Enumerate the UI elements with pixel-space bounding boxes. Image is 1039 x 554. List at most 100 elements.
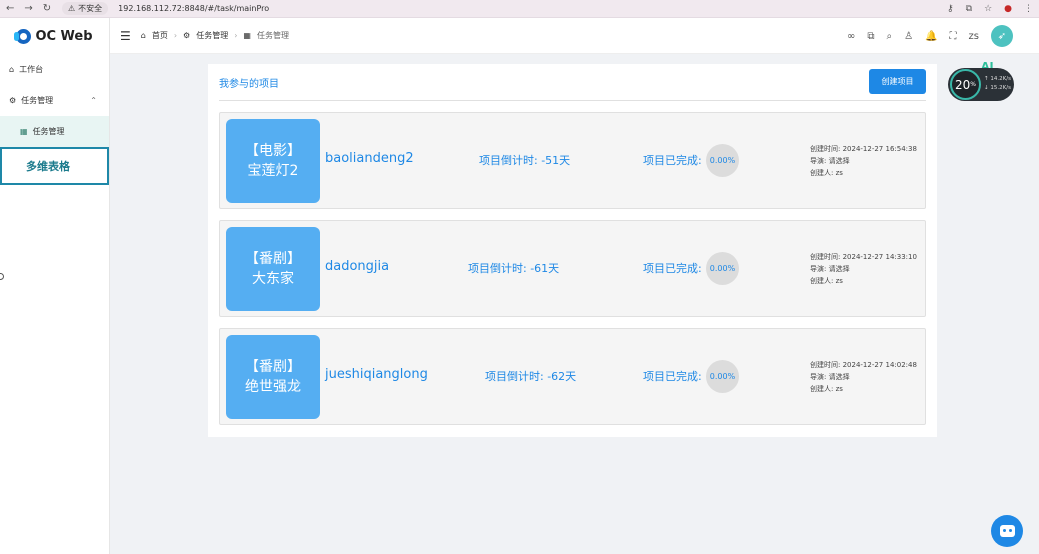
gear-icon: ⚙ xyxy=(183,31,191,40)
gear-icon: ⚙ xyxy=(9,96,17,105)
breadcrumb-task-management[interactable]: 任务管理 xyxy=(196,30,228,41)
fullscreen-icon[interactable]: ⛶ xyxy=(950,31,957,42)
project-countdown: 项目倒计时: -51天 xyxy=(479,154,571,167)
app-logo[interactable]: OC Web xyxy=(0,18,109,54)
logo-icon xyxy=(14,28,32,44)
project-name[interactable]: dadongjia xyxy=(325,259,389,274)
header-actions: ∞ ⧉ ⌕ ♙ 🔔 ⛶ zs ➶ xyxy=(847,18,1013,54)
top-header: ☰ ⌂ 首页 › ⚙ 任务管理 › ▦ 任务管理 ∞ ⧉ ⌕ ♙ 🔔 ⛶ zs … xyxy=(110,18,1039,54)
link-icon[interactable]: ∞ xyxy=(847,31,855,42)
insecure-label: 不安全 xyxy=(78,4,103,13)
browser-toolbar: ← → ↻ ⚠ 不安全 192.168.112.72:8848/#/task/m… xyxy=(0,0,1039,18)
project-card[interactable]: 【番剧】 绝世强龙 jueshiqianglong 项目倒计时: -62天 项目… xyxy=(219,328,926,425)
browser-nav: ← → ↻ xyxy=(0,0,62,18)
breadcrumb-separator: › xyxy=(234,31,238,40)
director: 导演: 请选择 xyxy=(810,265,850,273)
robot-icon xyxy=(999,525,1015,537)
project-meta: 创建时间: 2024-12-27 14:02:48 导演: 请选择 创建人: z… xyxy=(810,359,917,395)
project-type: 【电影】 xyxy=(245,143,301,159)
logo-text: OC Web xyxy=(35,28,93,44)
sidebar-item-multi-table[interactable]: 多维表格 xyxy=(0,147,109,185)
url-text[interactable]: 192.168.112.72:8848/#/task/mainPro xyxy=(118,4,269,13)
forward-icon[interactable]: → xyxy=(24,0,32,18)
project-done-label: 项目已完成: xyxy=(643,262,702,275)
create-project-button[interactable]: 创建项目 xyxy=(869,69,926,94)
sidebar: OC Web ⌂ 工作台 ⚙ 任务管理 ⌃ ▦ 任务管理 多维表格 xyxy=(0,18,110,554)
sidebar-item-workbench[interactable]: ⌂ 工作台 xyxy=(0,54,109,85)
speed-readout: ↑ 14.2K/s ↓ 15.2K/s xyxy=(984,75,1011,93)
profile-icon[interactable]: ● xyxy=(1004,4,1012,14)
hamburger-menu-icon[interactable]: ☰ xyxy=(120,29,131,43)
creator: 创建人: zs xyxy=(810,169,843,177)
project-name[interactable]: jueshiqianglong xyxy=(325,367,428,382)
upload-speed: ↑ 14.2K/s xyxy=(984,76,1011,82)
chevron-up-icon: ⌃ xyxy=(90,96,97,105)
download-speed: ↓ 15.2K/s xyxy=(984,85,1011,91)
rocket-icon: ➶ xyxy=(997,30,1007,42)
director: 导演: 请选择 xyxy=(810,373,850,381)
progress-circle: 0.00% xyxy=(706,360,739,393)
sidebar-item-label: 任务管理 xyxy=(21,96,54,105)
key-icon[interactable]: ⚷ xyxy=(947,4,954,14)
sidebar-item-label: 工作台 xyxy=(19,65,44,74)
warning-icon: ⚠ xyxy=(68,4,76,13)
project-done-label: 项目已完成: xyxy=(643,154,702,167)
project-meta: 创建时间: 2024-12-27 14:33:10 导演: 请选择 创建人: z… xyxy=(810,251,917,287)
grid-icon: ▦ xyxy=(243,31,251,40)
project-meta: 创建时间: 2024-12-27 16:54:38 导演: 请选择 创建人: z… xyxy=(810,143,917,179)
creator: 创建人: zs xyxy=(810,385,843,393)
sidebar-subitem-task-management[interactable]: ▦ 任务管理 xyxy=(0,116,109,147)
sidebar-item-task-management[interactable]: ⚙ 任务管理 ⌃ xyxy=(0,85,109,116)
progress-circle: 0.00% xyxy=(706,252,739,285)
back-icon[interactable]: ← xyxy=(6,0,14,18)
sidebar-item-label: 任务管理 xyxy=(32,127,65,136)
address-bar[interactable]: ⚠ 不安全 192.168.112.72:8848/#/task/mainPro xyxy=(62,2,269,15)
cpu-usage-indicator: 20% xyxy=(950,69,981,100)
translate-icon[interactable]: ⧉ xyxy=(966,4,972,14)
search-icon[interactable]: ⌕ xyxy=(887,31,893,42)
chatbot-button[interactable] xyxy=(991,515,1023,547)
breadcrumb-home[interactable]: 首页 xyxy=(152,30,168,41)
project-type: 【番剧】 xyxy=(245,251,301,267)
project-countdown: 项目倒计时: -62天 xyxy=(485,370,577,383)
created-time: 创建时间: 2024-12-27 16:54:38 xyxy=(810,145,917,153)
project-cn-name: 宝莲灯2 xyxy=(247,163,299,179)
project-cn-name: 绝世强龙 xyxy=(245,379,301,395)
reload-icon[interactable]: ↻ xyxy=(43,0,51,18)
project-name[interactable]: baoliandeng2 xyxy=(325,151,414,166)
created-time: 创建时间: 2024-12-27 14:02:48 xyxy=(810,361,917,369)
user-name[interactable]: zs xyxy=(969,31,979,42)
usage-value: 20 xyxy=(955,77,971,92)
project-done-label: 项目已完成: xyxy=(643,370,702,383)
project-cover[interactable]: 【番剧】 大东家 xyxy=(226,227,320,311)
project-cn-name: 大东家 xyxy=(252,271,294,287)
project-card[interactable]: 【电影】 宝莲灯2 baoliandeng2 项目倒计时: -51天 项目已完成… xyxy=(219,112,926,209)
director: 导演: 请选择 xyxy=(810,157,850,165)
project-cover[interactable]: 【番剧】 绝世强龙 xyxy=(226,335,320,419)
project-countdown: 项目倒计时: -61天 xyxy=(468,262,560,275)
project-cover[interactable]: 【电影】 宝莲灯2 xyxy=(226,119,320,203)
menu-dots-icon[interactable]: ⋮ xyxy=(1024,4,1033,14)
created-time: 创建时间: 2024-12-27 14:33:10 xyxy=(810,253,917,261)
project-panel: 我参与的项目 创建项目 【电影】 宝莲灯2 baoliandeng2 项目倒计时… xyxy=(208,64,937,437)
creator: 创建人: zs xyxy=(810,277,843,285)
sidebar-item-label: 多维表格 xyxy=(26,160,70,173)
breadcrumb-current: 任务管理 xyxy=(256,31,289,40)
security-indicator[interactable]: ⚠ 不安全 xyxy=(62,2,109,15)
breadcrumb-separator: › xyxy=(173,31,178,40)
network-speed-widget[interactable]: 20% ↑ 14.2K/s ↓ 15.2K/s xyxy=(948,68,1014,101)
home-icon: ⌂ xyxy=(9,65,15,74)
usage-unit: % xyxy=(970,81,976,88)
browser-actions: ⚷ ⧉ ☆ ● ⋮ xyxy=(947,0,1033,18)
bell-icon[interactable]: 🔔 xyxy=(925,31,937,42)
grid-icon: ▦ xyxy=(20,127,28,136)
project-card[interactable]: 【番剧】 大东家 dadongjia 项目倒计时: -61天 项目已完成: 0.… xyxy=(219,220,926,317)
progress-circle: 0.00% xyxy=(706,144,739,177)
translate-icon[interactable]: ⧉ xyxy=(867,31,874,42)
project-type: 【番剧】 xyxy=(245,359,301,375)
shirt-icon[interactable]: ♙ xyxy=(904,31,913,42)
breadcrumb: ⌂ 首页 › ⚙ 任务管理 › ▦ 任务管理 xyxy=(141,30,289,41)
avatar[interactable]: ➶ xyxy=(991,25,1013,47)
star-icon[interactable]: ☆ xyxy=(984,4,992,14)
divider xyxy=(219,100,926,101)
